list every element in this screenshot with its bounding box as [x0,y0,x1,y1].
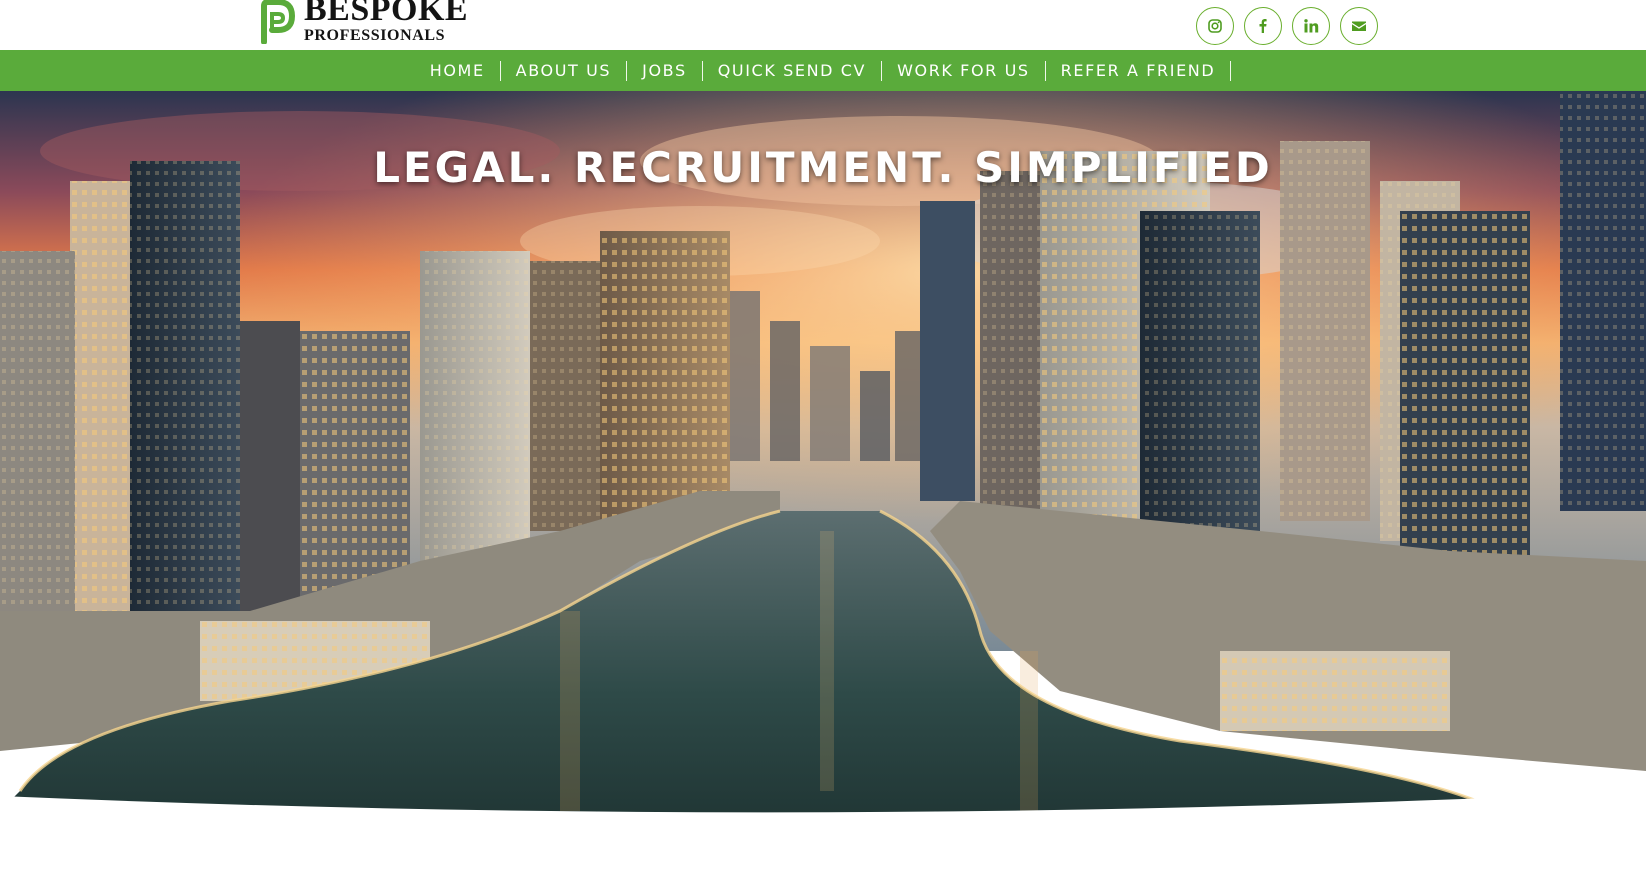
facebook-button[interactable] [1244,7,1282,45]
instagram-icon [1208,19,1222,33]
nav-link-quick-send-cv[interactable]: Quick Send CV [703,61,881,80]
site-logo[interactable]: BESPOKE PROFESSIONALS [258,0,468,44]
logo-line-1: BESPOKE [304,0,469,28]
nav-item-jobs: Jobs [627,60,703,81]
nav-divider [881,60,883,81]
envelope-icon [1352,21,1366,31]
linkedin-button[interactable] [1292,7,1330,45]
email-button[interactable] [1340,7,1378,45]
hero-cityscape-image [0,91,1646,878]
nav-link-jobs[interactable]: Jobs [627,61,702,80]
nav-link-refer-a-friend[interactable]: Refer A Friend [1046,61,1231,80]
linkedin-icon [1304,19,1319,33]
hero-banner: LEGAL. RECRUITMENT. SIMPLIFIED [0,91,1646,878]
nav-item-quick-send-cv: Quick Send CV [703,60,883,81]
logo-wordmark: BESPOKE PROFESSIONALS [304,0,468,44]
hero-title: LEGAL. RECRUITMENT. SIMPLIFIED [373,143,1273,192]
social-links [1196,7,1378,45]
nav-item-work-for-us: Work For Us [882,60,1046,81]
nav-divider [701,60,703,81]
site-header: BESPOKE PROFESSIONALS [0,0,1646,50]
nav-link-about-us[interactable]: About Us [501,61,626,80]
logo-mark-icon [261,0,296,44]
main-navigation: Home About Us Jobs Quick Send CV Work Fo… [0,50,1646,91]
facebook-icon [1259,19,1267,33]
instagram-button[interactable] [1196,7,1234,45]
logo-line-2: PROFESSIONALS [304,27,446,44]
nav-divider [626,60,628,81]
nav-item-about-us: About Us [501,60,628,81]
nav-link-work-for-us[interactable]: Work For Us [882,61,1045,80]
nav-divider [499,60,501,81]
nav-link-home[interactable]: Home [415,61,500,80]
nav-divider [1044,60,1046,81]
nav-divider [1230,60,1232,81]
nav-item-refer-a-friend: Refer A Friend [1046,60,1232,81]
nav-item-home: Home [415,60,501,81]
